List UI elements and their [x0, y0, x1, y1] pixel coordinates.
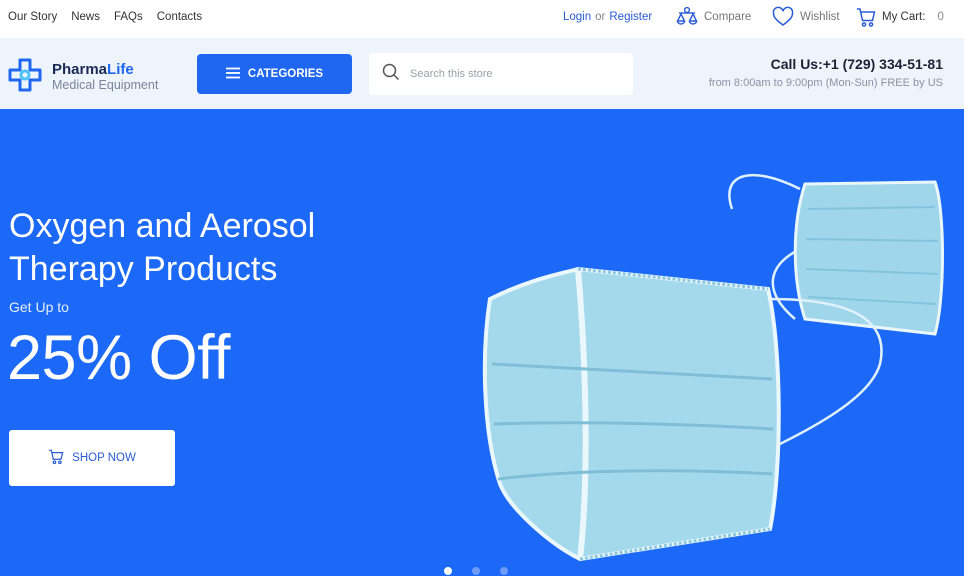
slider-dot-1[interactable] [444, 567, 452, 575]
register-link[interactable]: Register [609, 11, 652, 23]
logo-tagline: Medical Equipment [52, 77, 159, 92]
search-icon[interactable] [382, 63, 400, 86]
call-info: Call Us:+1 (729) 334-51-81 from 8:00am t… [709, 56, 943, 89]
slider-dot-2[interactable] [472, 567, 480, 575]
hero-subtitle: Get Up to [9, 299, 69, 315]
cart-link[interactable]: My Cart: 0 [856, 6, 944, 28]
search-input[interactable] [410, 68, 610, 80]
cart-icon [856, 6, 876, 28]
cart-label: My Cart: [882, 11, 926, 23]
shop-cart-icon [48, 448, 64, 468]
logo[interactable]: PharmaLife Medical Equipment [6, 56, 158, 99]
main-header: PharmaLife Medical Equipment CATEGORIES … [0, 38, 964, 109]
hero-title: Oxygen and Aerosol Therapy Products [9, 207, 316, 288]
compare-label: Compare [704, 11, 752, 23]
shop-now-button[interactable]: SHOP NOW [9, 430, 175, 486]
hero-banner: Oxygen and Aerosol Therapy Products Get … [0, 109, 964, 576]
compare-link[interactable]: Compare [676, 6, 751, 28]
hero-discount: 25% Off [7, 323, 230, 393]
categories-button[interactable]: CATEGORIES [197, 54, 352, 94]
nav-faqs[interactable]: FAQs [114, 11, 143, 23]
compare-icon [676, 6, 698, 28]
call-hours: from 8:00am to 9:00pm (Mon-Sun) FREE by … [708, 77, 943, 89]
nav-news[interactable]: News [71, 11, 100, 23]
shop-now-label: SHOP NOW [72, 452, 136, 464]
menu-icon [225, 67, 240, 82]
logo-icon [6, 56, 44, 99]
slider-dots [444, 567, 508, 575]
nav-contacts[interactable]: Contacts [157, 11, 202, 23]
top-nav: Our Story News FAQs Contacts [8, 11, 202, 23]
logo-name: PharmaLife [52, 61, 134, 79]
search-box [369, 53, 633, 95]
slider-dot-3[interactable] [500, 567, 508, 575]
or-text: or [595, 11, 606, 23]
call-phone[interactable]: Call Us:+1 (729) 334-51-81 [709, 56, 943, 72]
categories-label: CATEGORIES [247, 68, 324, 80]
login-link[interactable]: Login [563, 11, 591, 23]
account-links: Login or Register [563, 11, 652, 23]
nav-our-story[interactable]: Our Story [8, 11, 57, 23]
face-masks-image [470, 149, 960, 574]
top-bar: Our Story News FAQs Contacts Login or Regi… [0, 0, 964, 38]
wishlist-link[interactable]: Wishlist [772, 6, 840, 28]
heart-icon [772, 6, 794, 28]
cart-count: 0 [937, 11, 944, 23]
wishlist-label: Wishlist [800, 11, 840, 23]
